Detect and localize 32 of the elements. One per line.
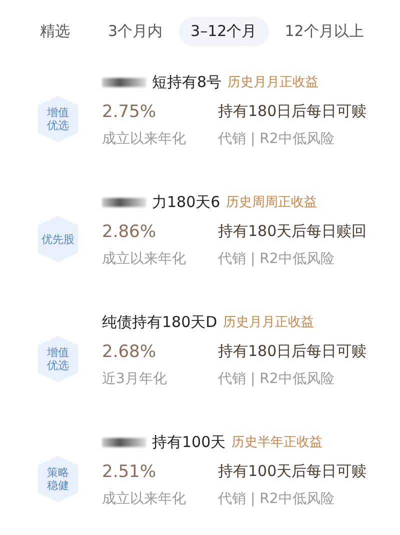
yield-label: 成立以来年化	[102, 490, 187, 508]
yield-rate: 2.86%	[102, 222, 158, 242]
period-tab[interactable]: 3个月内	[96, 16, 175, 46]
product-tag: 历史半年正收益	[232, 433, 323, 451]
product-name[interactable]: 短持有8号	[152, 72, 222, 92]
category-badge: 增值 优选	[38, 336, 78, 382]
product-name[interactable]: 纯债持有180天D	[102, 312, 218, 332]
period-tab[interactable]: 3–12个月	[178, 16, 269, 46]
product-name[interactable]: 持有100天	[152, 432, 226, 452]
period-tab[interactable]: 12个月以上	[272, 16, 376, 46]
redemption-rule: 持有180天后每日赎回	[218, 222, 368, 242]
redemption-rule: 持有180日后每日可赎	[218, 102, 368, 122]
yield-label: 成立以来年化	[102, 130, 187, 148]
category-badge: 策略 稳健	[38, 456, 78, 502]
period-tab[interactable]: 精选	[28, 16, 82, 46]
category-badge: 增值 优选	[38, 96, 78, 142]
redemption-rule: 持有180日后每日可赎	[218, 342, 368, 362]
product-tag: 历史月月正收益	[228, 73, 319, 91]
yield-label: 近3月年化	[102, 370, 168, 388]
yield-label: 成立以来年化	[102, 250, 187, 268]
product-name[interactable]: 力180天6	[152, 192, 220, 212]
category-badge: 优先股	[38, 216, 78, 262]
redemption-rule: 持有100天后每日可赎	[218, 462, 368, 482]
risk-level: 代销 | R2中低风险	[218, 130, 336, 148]
product-tag: 历史周周正收益	[226, 193, 318, 211]
yield-rate: 2.75%	[102, 102, 158, 122]
yield-rate: 2.68%	[102, 342, 158, 362]
risk-level: 代销 | R2中低风险	[218, 370, 336, 388]
risk-level: 代销 | R2中低风险	[218, 250, 336, 268]
product-tag: 历史月月正收益	[223, 313, 314, 331]
yield-rate: 2.51%	[102, 462, 158, 482]
risk-level: 代销 | R2中低风险	[218, 490, 336, 508]
